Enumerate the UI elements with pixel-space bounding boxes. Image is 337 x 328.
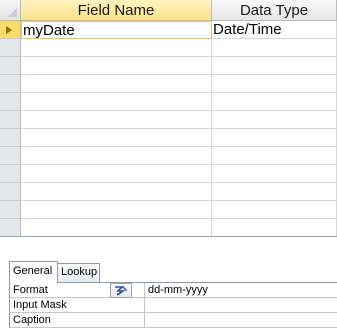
table-design-grid: Field Name Data Type myDate Date/Time	[0, 0, 337, 237]
property-row-input-mask: Input Mask	[9, 298, 337, 313]
table-row[interactable]	[0, 129, 337, 147]
data-type-cell[interactable]	[212, 219, 337, 237]
field-name-cell[interactable]	[21, 147, 212, 165]
table-row[interactable]	[0, 75, 337, 93]
row-selector[interactable]	[0, 165, 21, 183]
row-selector[interactable]	[0, 183, 21, 201]
field-name-cell[interactable]	[21, 183, 212, 201]
tab-general[interactable]: General	[9, 261, 58, 283]
field-name-cell[interactable]	[21, 201, 212, 219]
table-row[interactable]	[0, 147, 337, 165]
row-selector[interactable]	[0, 93, 21, 111]
field-name-cell[interactable]	[21, 75, 212, 93]
row-selector[interactable]	[0, 147, 21, 165]
data-type-cell[interactable]	[212, 129, 337, 147]
field-name-cell[interactable]	[21, 93, 212, 111]
data-type-cell[interactable]	[212, 111, 337, 129]
table-row[interactable]	[0, 219, 337, 237]
data-type-cell[interactable]	[212, 183, 337, 201]
property-row-format: Format dd-mm-yyyy	[9, 283, 337, 298]
field-name-cell[interactable]	[21, 129, 212, 147]
input-mask-value-field[interactable]	[145, 298, 337, 313]
select-all-corner[interactable]	[0, 0, 21, 21]
data-type-cell[interactable]	[212, 147, 337, 165]
row-selector[interactable]	[0, 129, 21, 147]
current-row-arrow-icon	[6, 26, 12, 34]
data-type-cell[interactable]	[212, 57, 337, 75]
data-type-cell[interactable]	[212, 165, 337, 183]
field-name-column-header[interactable]: Field Name	[21, 0, 212, 21]
data-type-cell[interactable]	[212, 93, 337, 111]
table-row[interactable]	[0, 39, 337, 57]
field-properties-pane: General Lookup Format dd-mm-yyyy Input M…	[0, 254, 337, 328]
row-selector[interactable]	[0, 219, 21, 237]
table-row[interactable]	[0, 93, 337, 111]
field-name-cell[interactable]	[21, 111, 212, 129]
row-selector[interactable]	[0, 201, 21, 219]
table-row[interactable]	[0, 183, 337, 201]
property-row-caption: Caption	[9, 313, 337, 328]
data-type-cell[interactable]	[212, 39, 337, 57]
table-row[interactable]: myDate Date/Time	[0, 21, 337, 39]
tab-lookup[interactable]: Lookup	[57, 263, 100, 282]
table-row[interactable]	[0, 57, 337, 75]
data-type-cell[interactable]: Date/Time	[212, 21, 337, 39]
row-selector[interactable]	[0, 111, 21, 129]
row-selector[interactable]	[0, 21, 21, 39]
row-selector[interactable]	[0, 75, 21, 93]
row-selector[interactable]	[0, 39, 21, 57]
table-row[interactable]	[0, 111, 337, 129]
table-row[interactable]	[0, 165, 337, 183]
data-type-column-header[interactable]: Data Type	[212, 0, 337, 21]
property-label: Input Mask	[9, 298, 145, 313]
field-name-cell[interactable]	[21, 219, 212, 237]
field-name-cell[interactable]	[21, 57, 212, 75]
data-type-cell[interactable]	[212, 201, 337, 219]
field-name-cell[interactable]	[21, 165, 212, 183]
properties-tabs: General Lookup	[0, 254, 337, 283]
pane-separator	[0, 236, 337, 254]
data-type-cell[interactable]	[212, 75, 337, 93]
format-value-field[interactable]: dd-mm-yyyy	[145, 283, 337, 298]
grid-header-row: Field Name Data Type	[0, 0, 337, 21]
format-builder-button[interactable]	[110, 283, 132, 298]
row-selector[interactable]	[0, 57, 21, 75]
field-name-cell[interactable]	[21, 39, 212, 57]
field-name-cell[interactable]: myDate	[21, 21, 212, 39]
table-row[interactable]	[0, 201, 337, 219]
property-label: Caption	[9, 313, 145, 328]
format-builder-icon	[115, 286, 127, 296]
caption-value-field[interactable]	[145, 313, 337, 328]
